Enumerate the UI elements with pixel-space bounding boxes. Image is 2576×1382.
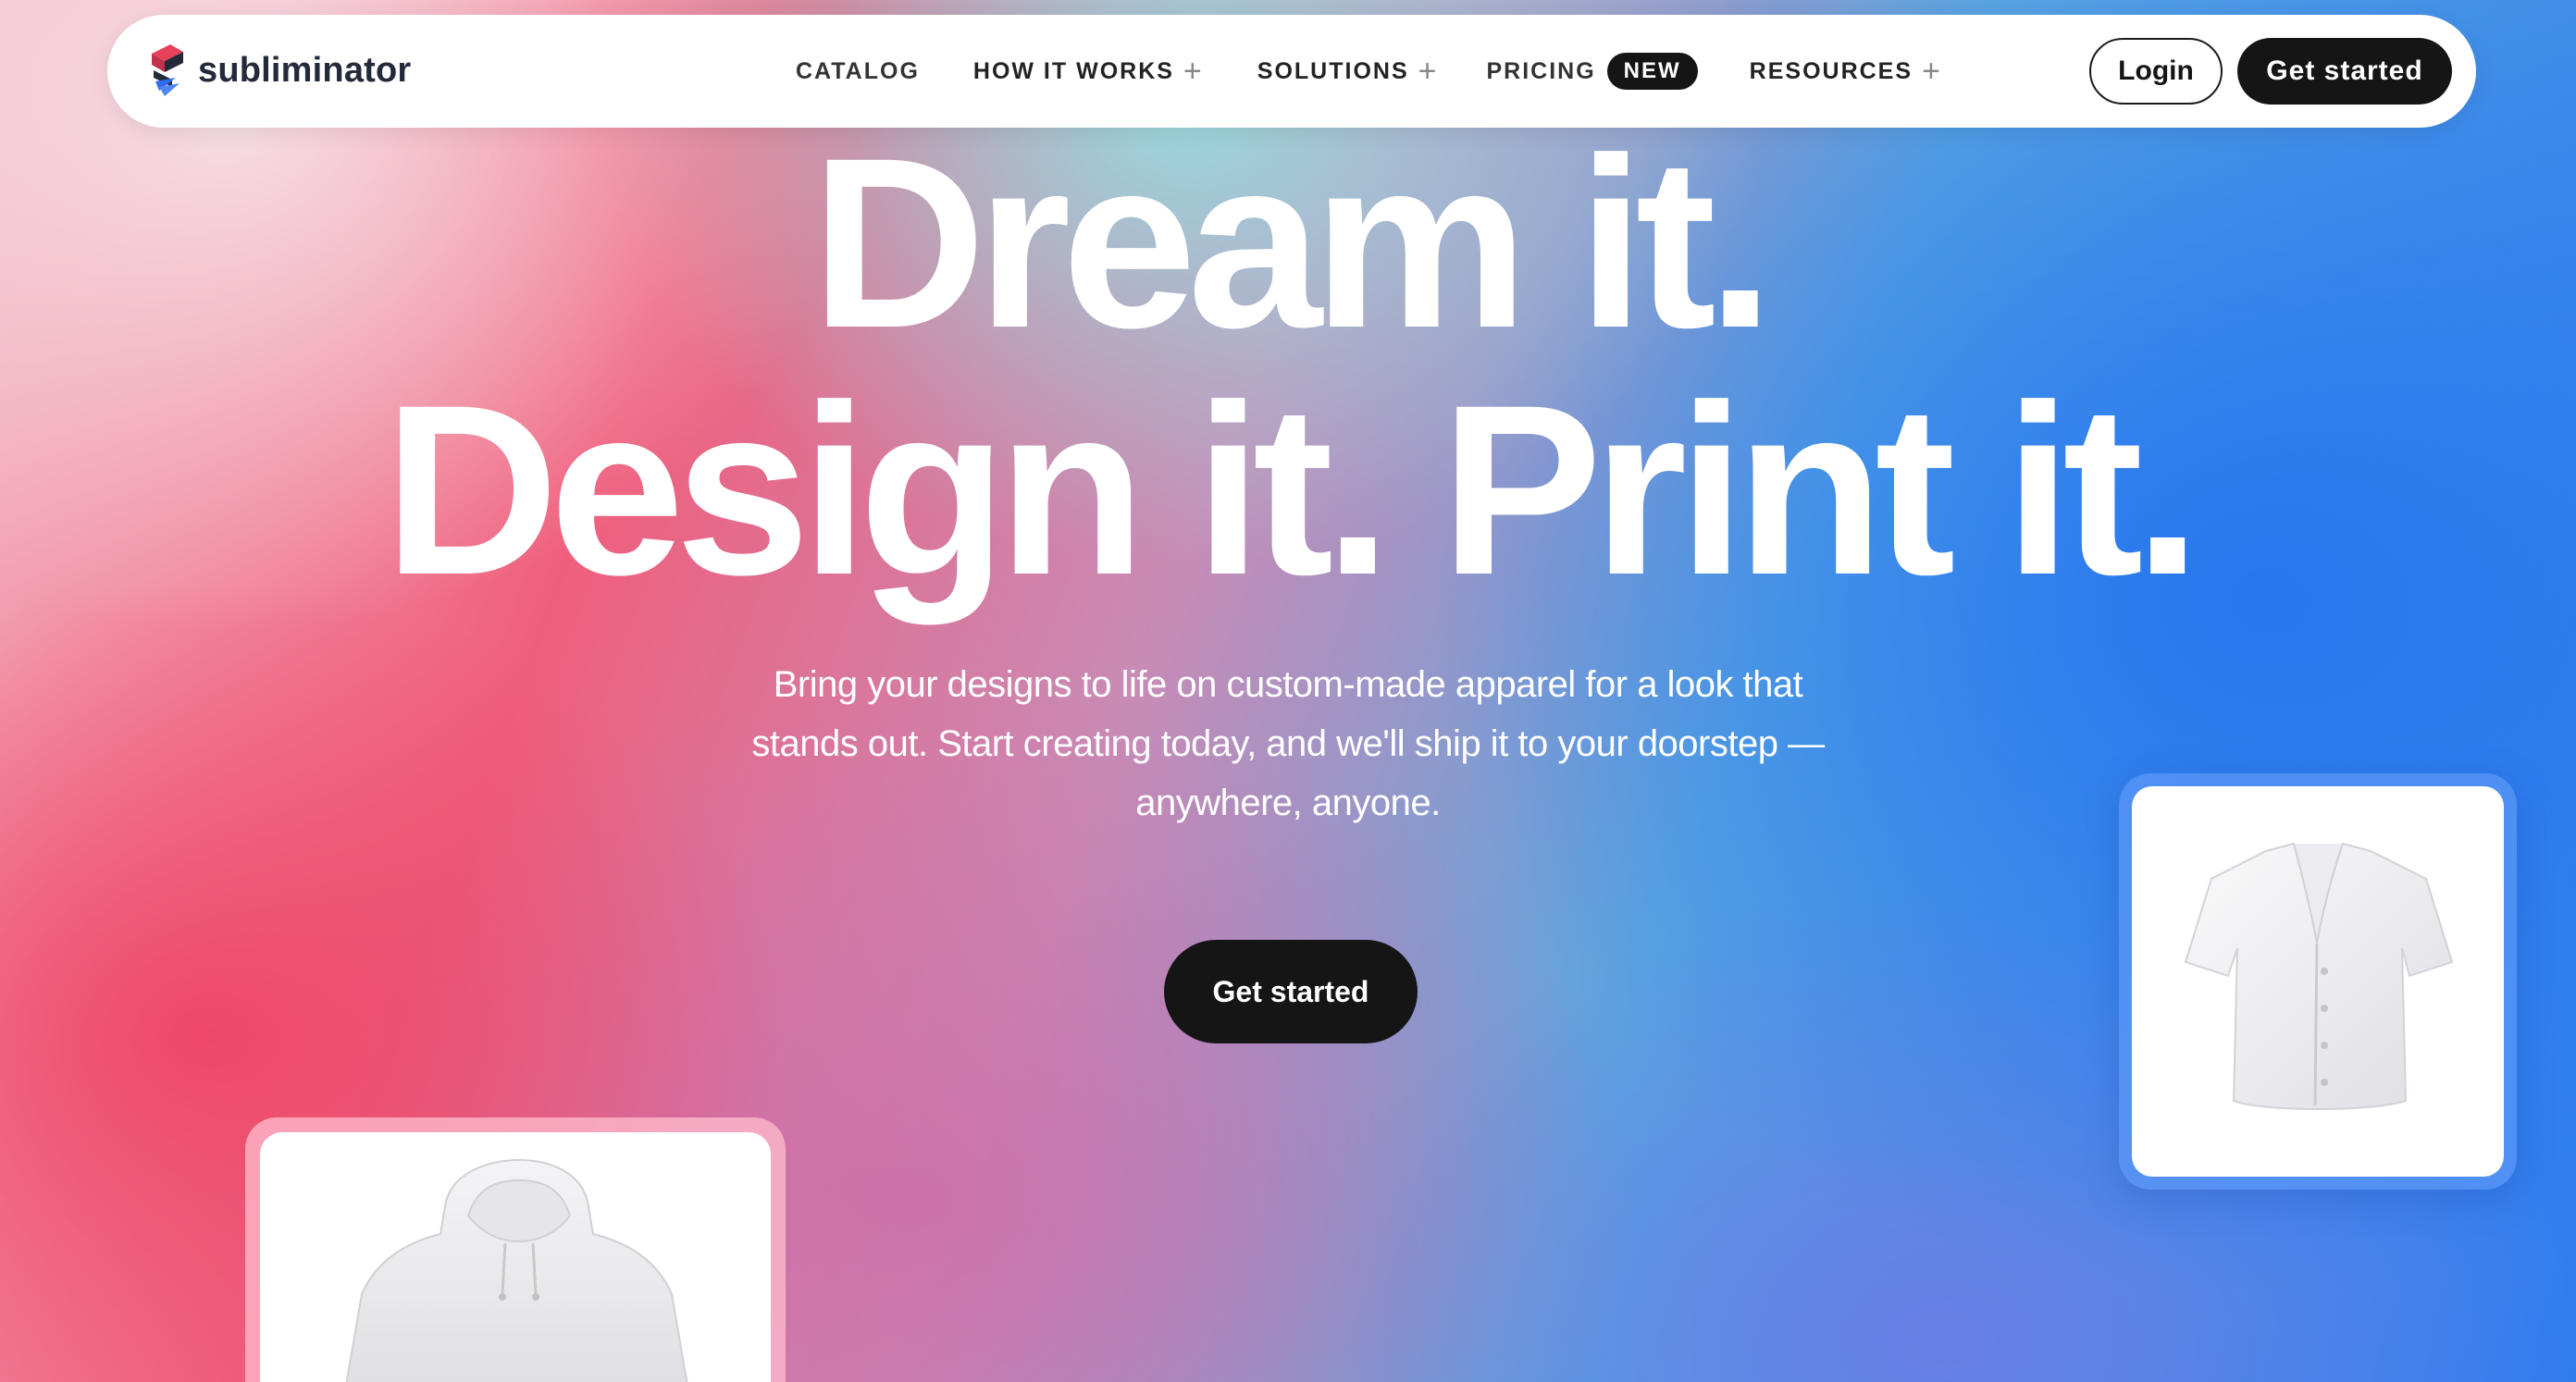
- brand-logo[interactable]: subliminator: [146, 41, 411, 100]
- hero-get-started-button[interactable]: Get started: [1164, 940, 1418, 1043]
- plus-icon: +: [1183, 54, 1204, 89]
- new-badge: NEW: [1606, 53, 1698, 90]
- subliminator-logo-icon: [152, 44, 183, 96]
- plus-icon: +: [1418, 54, 1439, 89]
- plus-icon: +: [1922, 54, 1942, 89]
- baseball-jersey-icon: [2184, 842, 2454, 1110]
- nav-item-label: CATALOG: [796, 57, 920, 84]
- product-card-hoodie[interactable]: [245, 1117, 786, 1382]
- hero-subtext: Bring your designs to life on custom-mad…: [751, 664, 1825, 823]
- nav-item-label: SOLUTIONS: [1257, 57, 1409, 84]
- product-card-inner: [2132, 786, 2504, 1177]
- hero-headline-line-1: Dream it.: [811, 107, 1774, 378]
- hoodie-icon: [345, 1158, 688, 1382]
- product-card-inner: [260, 1132, 771, 1382]
- nav-get-started-button[interactable]: Get started: [2237, 38, 2452, 105]
- hero-headline-line-2: Design it. Print it.: [383, 354, 2201, 625]
- brand-name: subliminator: [198, 50, 412, 90]
- nav-item-label: PRICING: [1486, 57, 1596, 84]
- product-card-jersey[interactable]: [2119, 773, 2517, 1190]
- nav-item-label: RESOURCES: [1749, 57, 1913, 84]
- nav-item-label: HOW IT WORKS: [972, 57, 1174, 84]
- login-button[interactable]: Login: [2089, 38, 2223, 105]
